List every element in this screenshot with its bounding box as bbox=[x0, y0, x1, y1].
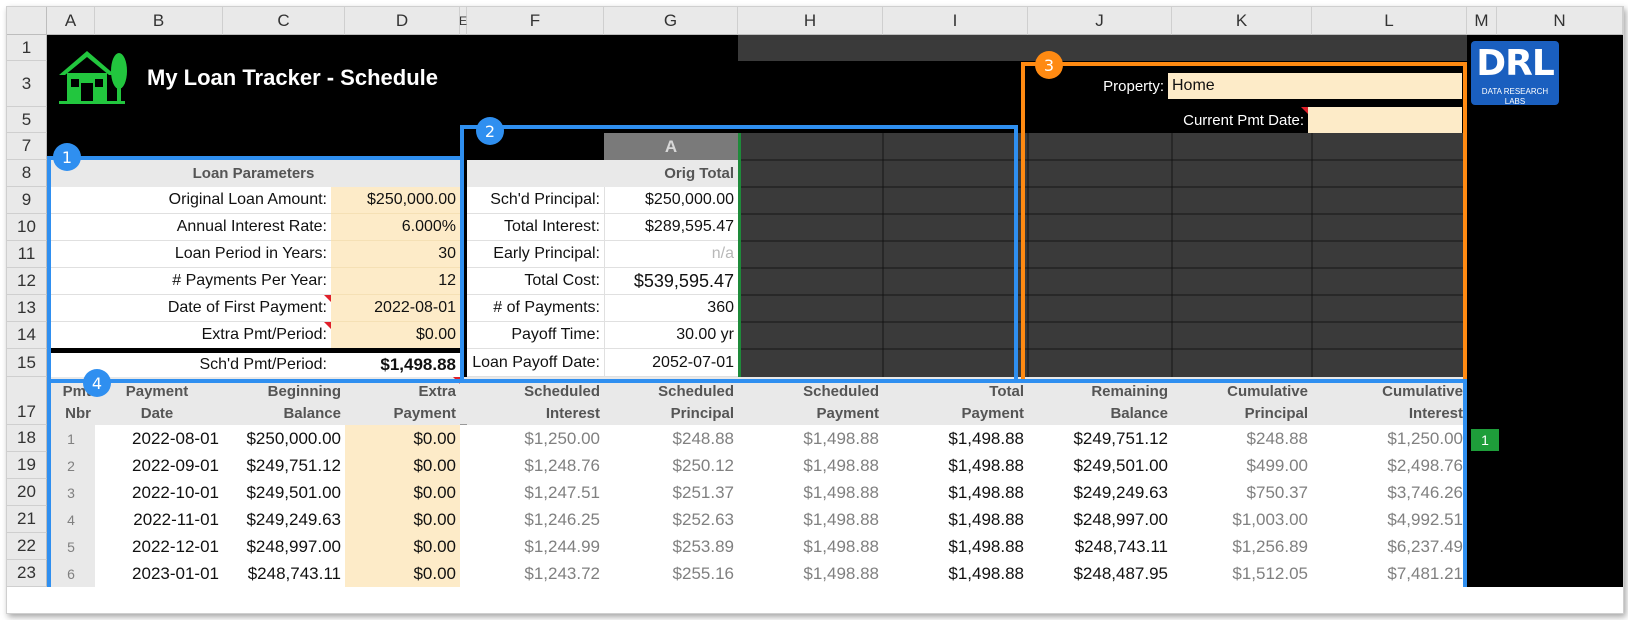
column-header-e[interactable]: E bbox=[459, 7, 467, 35]
column-header-j[interactable]: J bbox=[1028, 7, 1172, 35]
row-header-13[interactable]: 13 bbox=[7, 295, 47, 322]
column-header-m[interactable]: M bbox=[1467, 7, 1497, 35]
row-header-12[interactable]: 12 bbox=[7, 268, 47, 295]
row-header-1[interactable]: 1 bbox=[7, 35, 47, 61]
row-header-7[interactable]: 7 bbox=[7, 133, 47, 160]
row-header-22[interactable]: 22 bbox=[7, 533, 47, 560]
column-header-i[interactable]: I bbox=[883, 7, 1028, 35]
drl-logo: DRL DATA RESEARCH LABS bbox=[1471, 41, 1559, 106]
column-header-h[interactable]: H bbox=[738, 7, 883, 35]
callout-badge-1: 1 bbox=[53, 143, 81, 171]
row-header-11[interactable]: 11 bbox=[7, 241, 47, 268]
row-header-23[interactable]: 23 bbox=[7, 560, 47, 587]
row-header-3[interactable]: 3 bbox=[7, 61, 47, 107]
callout-frame-2 bbox=[460, 125, 1018, 383]
callout-badge-2: 2 bbox=[476, 117, 504, 145]
column-header-b[interactable]: B bbox=[95, 7, 223, 35]
row-header-18[interactable]: 18 bbox=[7, 425, 47, 452]
column-header-g[interactable]: G bbox=[604, 7, 738, 35]
callout-frame-4 bbox=[47, 379, 1467, 587]
house-icon bbox=[55, 45, 129, 107]
row-header-20[interactable]: 20 bbox=[7, 479, 47, 506]
row-header-10[interactable]: 10 bbox=[7, 214, 47, 241]
column-header-l[interactable]: L bbox=[1312, 7, 1467, 35]
logo-text: DRL bbox=[1476, 43, 1555, 84]
callout-badge-4: 4 bbox=[83, 369, 111, 397]
row-header-17[interactable]: 17 bbox=[7, 377, 47, 425]
row-header-15[interactable]: 15 bbox=[7, 349, 47, 377]
column-header-n[interactable]: N bbox=[1497, 7, 1623, 35]
select-all-corner[interactable] bbox=[7, 7, 47, 35]
column-header-c[interactable]: C bbox=[223, 7, 345, 35]
row-header-19[interactable]: 19 bbox=[7, 452, 47, 479]
row-header-21[interactable]: 21 bbox=[7, 506, 47, 533]
column-header-a[interactable]: A bbox=[47, 7, 95, 35]
callout-frame-3 bbox=[1021, 62, 1467, 383]
column-header-k[interactable]: K bbox=[1172, 7, 1312, 35]
row-header-8[interactable]: 8 bbox=[7, 160, 47, 187]
banner-top-strip bbox=[738, 35, 1467, 61]
callout-frame-1 bbox=[47, 156, 464, 383]
column-header-f[interactable]: F bbox=[467, 7, 604, 35]
column-header-d[interactable]: D bbox=[345, 7, 460, 35]
page-title: My Loan Tracker - Schedule bbox=[147, 65, 438, 90]
row-header-5[interactable]: 5 bbox=[7, 107, 47, 133]
row-header-9[interactable]: 9 bbox=[7, 187, 47, 214]
current-payment-marker: 1 bbox=[1471, 429, 1499, 451]
logo-subtitle: DATA RESEARCH LABS bbox=[1481, 87, 1549, 106]
callout-badge-3: 3 bbox=[1035, 51, 1063, 79]
spreadsheet-window: A B C D E F G H I J K L M N 1 3 5 7 8 9 … bbox=[6, 6, 1624, 614]
row-header-14[interactable]: 14 bbox=[7, 322, 47, 349]
